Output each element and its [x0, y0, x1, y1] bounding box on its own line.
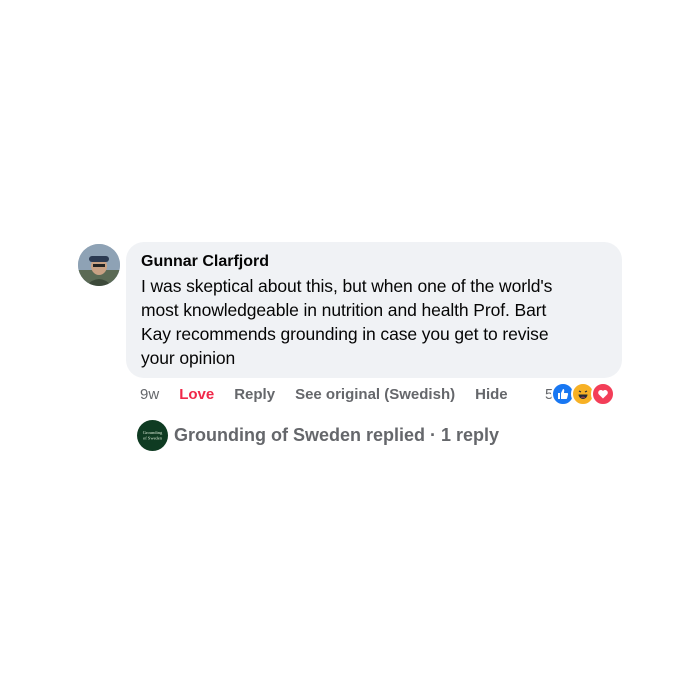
comment-bubble: Gunnar Clarfjord I was skeptical about t… [126, 242, 622, 378]
page-avatar-logo-line: Grounding [143, 430, 163, 435]
see-original-button[interactable]: See original (Swedish) [295, 386, 455, 403]
comment-text: I was skeptical about this, but when one… [141, 274, 608, 370]
love-icon [591, 382, 616, 406]
reply-button[interactable]: Reply [234, 386, 275, 403]
replies-summary[interactable]: Grounding of Sweden Grounding of Sweden … [137, 420, 499, 451]
comment-line: most knowledgeable in nutrition and heal… [141, 300, 547, 320]
page-avatar-logo-line: of Sweden [143, 436, 163, 441]
comment-timestamp[interactable]: 9w [140, 386, 159, 403]
reaction-summary[interactable]: 5 [545, 382, 616, 406]
page-avatar[interactable]: Grounding of Sweden [137, 420, 168, 451]
commenter-avatar[interactable] [78, 244, 120, 286]
comment-author[interactable]: Gunnar Clarfjord [141, 252, 608, 272]
love-reaction-button[interactable]: Love [179, 386, 214, 403]
hide-button[interactable]: Hide [475, 386, 508, 403]
comment-actions: 9w Love Reply See original (Swedish) Hid… [140, 384, 528, 404]
comment-line: I was skeptical about this, but when one… [141, 276, 553, 296]
view-replies-link[interactable]: Grounding of Sweden replied · 1 reply [174, 425, 499, 446]
comment-line: your opinion [141, 348, 236, 368]
comment-line: Kay recommends grounding in case you get… [141, 324, 549, 344]
